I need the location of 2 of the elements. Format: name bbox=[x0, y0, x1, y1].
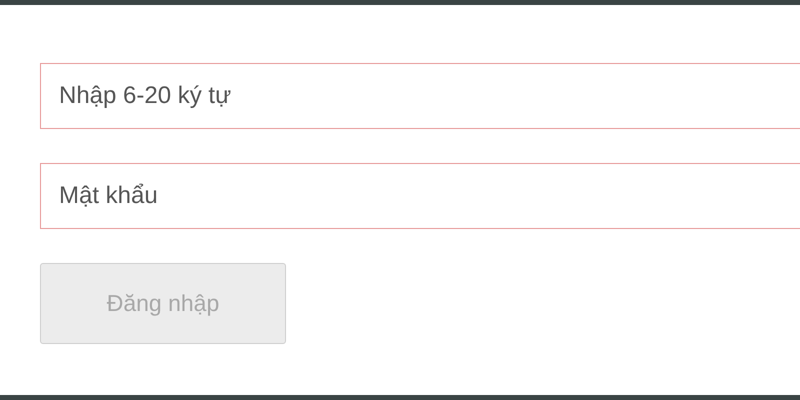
input-field[interactable]: Nhập 6-20 ký tự bbox=[40, 63, 800, 129]
input-field[interactable]: Mật khẩu bbox=[40, 163, 800, 229]
